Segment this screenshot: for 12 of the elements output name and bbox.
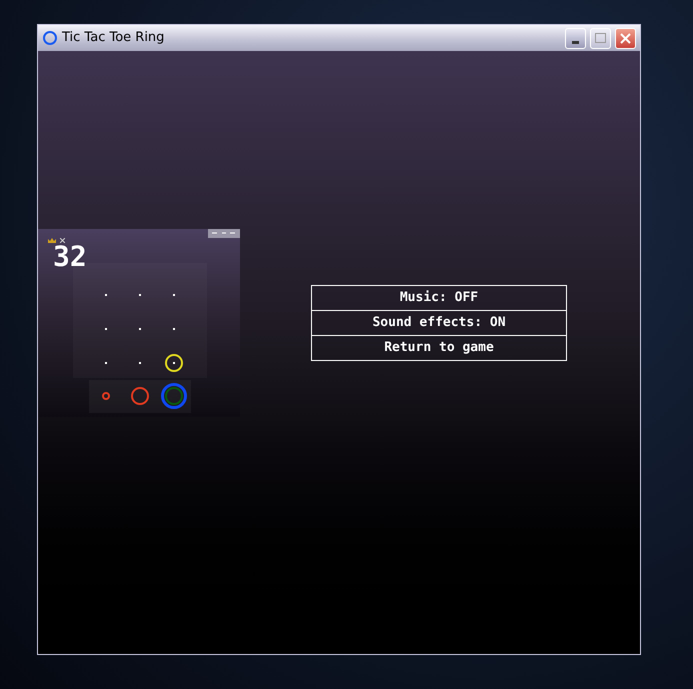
menu-button[interactable]: Return to game <box>311 334 567 360</box>
mini-toolbar-drawing <box>208 228 240 238</box>
minimize-button[interactable] <box>565 28 586 48</box>
score-text: 32 <box>53 242 87 270</box>
close-icon <box>620 32 631 44</box>
ring-icon <box>42 30 58 46</box>
window-title: Tic Tac Toe Ring <box>62 29 166 48</box>
menu-button[interactable]: Music: OFF <box>311 284 567 310</box>
crown-icon <box>48 238 56 242</box>
close-button[interactable] <box>615 28 636 48</box>
cross-icon <box>60 238 65 242</box>
menu-button[interactable]: Sound effects: ON <box>311 310 567 336</box>
